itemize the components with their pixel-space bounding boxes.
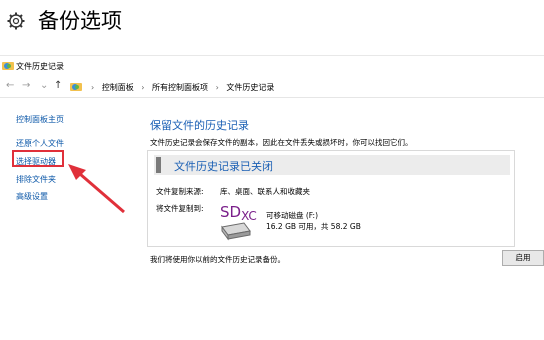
sidebar-item-exclude-folders[interactable]: 排除文件夹 <box>16 174 56 185</box>
gear-icon <box>7 12 25 30</box>
control-panel-icon <box>70 83 82 91</box>
breadcrumb-separator: › <box>215 83 219 92</box>
address-bar: ← → ⌄ ↑ › 控制面板 › 所有控制面板项 › 文件历史记录 <box>0 77 544 98</box>
window-titlebar: 文件历史记录 <box>0 56 544 76</box>
drive-name: 可移动磁盘 (F:) <box>266 211 318 220</box>
status-marker <box>156 157 161 173</box>
removable-drive-icon <box>221 222 251 241</box>
footer-note: 我们将使用你以前的文件历史记录备份。 <box>150 255 285 264</box>
copy-to-label: 将文件复制到: <box>156 204 204 213</box>
forward-arrow-icon[interactable]: → <box>22 80 30 91</box>
main-heading: 保留文件的历史记录 <box>150 119 249 132</box>
breadcrumb-separator: › <box>91 83 95 92</box>
main-description: 文件历史记录会保存文件的副本，因此在文件丢失或损坏时，你可以找回它们。 <box>150 138 413 147</box>
sidebar-item-advanced-settings[interactable]: 高级设置 <box>16 191 48 202</box>
up-arrow-icon[interactable]: ↑ <box>54 80 62 91</box>
copy-from-label: 文件复制来源: <box>156 187 204 196</box>
window-title: 文件历史记录 <box>16 62 64 71</box>
breadcrumb: › 控制面板 › 所有控制面板项 › 文件历史记录 <box>86 82 274 93</box>
settings-header: 备份选项 <box>0 0 544 48</box>
highlight-box <box>12 150 64 167</box>
status-panel: 文件历史记录已关闭 文件复制来源: 库、桌面、联系人和收藏夹 将文件复制到: S… <box>147 150 515 247</box>
sidebar-item-home[interactable]: 控制面板主页 <box>16 114 64 125</box>
sidebar-item-restore[interactable]: 还原个人文件 <box>16 138 64 149</box>
status-text: 文件历史记录已关闭 <box>174 160 273 173</box>
page-title: 备份选项 <box>38 9 122 33</box>
status-bar: 文件历史记录已关闭 <box>154 155 510 175</box>
file-history-icon <box>2 62 14 70</box>
breadcrumb-item[interactable]: 所有控制面板项 <box>152 83 208 92</box>
drive-space: 16.2 GB 可用，共 58.2 GB <box>266 222 361 231</box>
breadcrumb-item[interactable]: 文件历史记录 <box>226 83 274 92</box>
breadcrumb-separator: › <box>141 83 145 92</box>
enable-button[interactable]: 启用 <box>502 250 544 266</box>
breadcrumb-item[interactable]: 控制面板 <box>102 83 134 92</box>
copy-from-value: 库、桌面、联系人和收藏夹 <box>220 187 310 196</box>
annotation-arrow-icon <box>68 164 125 214</box>
back-arrow-icon[interactable]: ← <box>6 80 14 91</box>
chevron-down-icon[interactable]: ⌄ <box>40 80 48 91</box>
